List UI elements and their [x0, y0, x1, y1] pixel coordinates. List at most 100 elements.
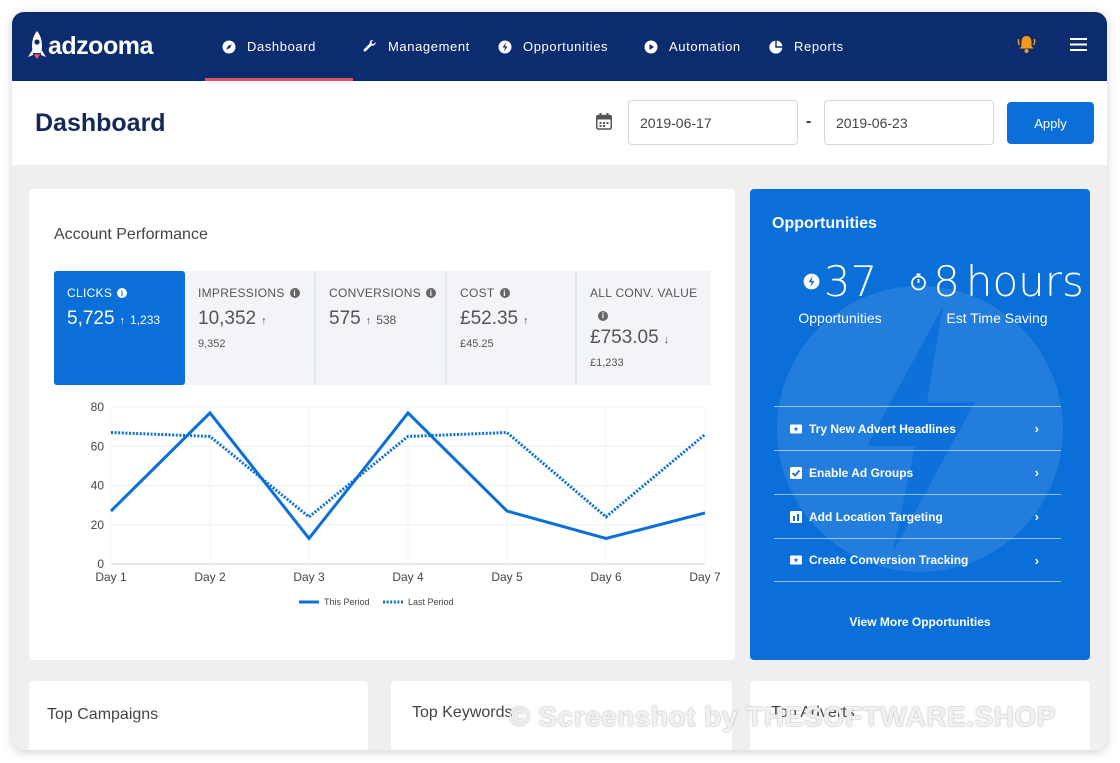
nav-item-automation[interactable]: Automation — [637, 12, 769, 81]
date-separator: - — [806, 113, 812, 130]
info-icon[interactable]: i — [499, 288, 510, 298]
metric-value: 575 — [329, 308, 361, 329]
app-window: adzooma Dashboard Management Opportuniti… — [12, 12, 1107, 750]
x-tick-label: Day 1 — [95, 570, 127, 584]
brand-name: adzooma — [48, 31, 153, 60]
apply-button[interactable]: Apply — [1007, 102, 1094, 144]
page-header: Dashboard - Apply — [12, 81, 1107, 165]
trend-arrow-icon: ↑ — [523, 315, 529, 327]
watermark-text: © Screenshot by THESOFTWARE.SHOP — [509, 701, 1056, 732]
info-icon[interactable]: i — [598, 310, 608, 321]
metric-label: IMPRESSIONS — [198, 286, 285, 300]
metric-tab-conversions[interactable]: CONVERSIONS i 575 ↑ 538 — [316, 271, 447, 385]
opportunities-count: 37 — [823, 257, 878, 306]
calendar-icon[interactable] — [596, 113, 612, 135]
nav-item-reports[interactable]: Reports — [769, 12, 869, 81]
page-title: Dashboard — [35, 109, 166, 137]
metric-label: CLICKS — [67, 286, 113, 300]
time-value: 8 — [933, 257, 960, 306]
stat-label: Est Time Saving — [946, 310, 1048, 326]
date-from-input[interactable] — [628, 100, 798, 145]
info-icon[interactable]: i — [117, 288, 128, 298]
metric-value: 10,352 — [198, 308, 257, 329]
metric-previous: £45.25 — [460, 338, 494, 350]
x-tick-label: Day 7 — [689, 570, 721, 584]
menu-icon[interactable] — [1070, 37, 1087, 56]
chevron-right-icon: › — [1034, 509, 1039, 524]
pie-icon — [769, 40, 783, 54]
card-title: Top Campaigns — [47, 706, 159, 723]
info-icon[interactable]: i — [289, 288, 300, 298]
nav-item-opportunities[interactable]: Opportunities — [494, 12, 637, 81]
metric-tab-clicks[interactable]: CLICKS i 5,725 ↑ 1,233 — [54, 271, 185, 385]
info-icon[interactable]: i — [425, 288, 436, 298]
x-tick-label: Day 4 — [392, 570, 424, 584]
map-pin-icon — [790, 510, 802, 523]
metric-previous: 538 — [376, 313, 397, 327]
rocket-icon — [26, 29, 46, 63]
opportunity-list: Try New Advert Headlines › Enable Ad Gro… — [774, 406, 1061, 582]
opportunities-card: Opportunities 37 Opportunities 8 hours E… — [750, 189, 1090, 660]
legend-label: Last Period — [408, 597, 454, 607]
top-campaigns-card: Top Campaigns — [29, 681, 368, 750]
date-to-input[interactable] — [824, 100, 994, 145]
bolt-icon — [498, 40, 512, 54]
brand-logo[interactable]: adzooma — [26, 26, 153, 66]
chevron-right-icon: › — [1034, 552, 1039, 568]
metric-tab-impressions[interactable]: IMPRESSIONS i 10,352 ↑ 9,352 — [185, 271, 316, 385]
opportunity-label: Enable Ad Groups — [809, 465, 914, 480]
y-tick-label: 80 — [91, 400, 105, 414]
trend-arrow-icon: ↑ — [365, 315, 372, 327]
nav-item-dashboard[interactable]: Dashboard — [205, 12, 353, 81]
metric-value: 5,725 — [67, 308, 115, 329]
view-more-opportunities-link[interactable]: View More Opportunities — [750, 615, 1090, 629]
metric-tabs: CLICKS i 5,725 ↑ 1,233 IMPRESSIONS i 10,352 ↑… — [54, 271, 710, 385]
y-tick-label: 0 — [97, 557, 104, 571]
metric-value: £753.05 — [590, 327, 659, 348]
opportunity-label: Try New Advert Headlines — [809, 421, 956, 436]
opportunity-item-conversion-tracking[interactable]: Create Conversion Tracking › — [774, 538, 1061, 582]
checkbox-icon — [790, 466, 802, 479]
y-tick-label: 40 — [91, 479, 105, 493]
card-title: Opportunities — [772, 215, 877, 232]
metric-previous: 1,233 — [130, 313, 161, 327]
opportunity-item-location[interactable]: Add Location Targeting › — [774, 494, 1061, 538]
nav-label: Opportunities — [523, 39, 609, 54]
x-tick-label: Day 2 — [194, 570, 226, 584]
metric-value: £52.35 — [460, 308, 519, 329]
metric-label: CONVERSIONS — [329, 286, 421, 300]
trend-arrow-icon: ↑ — [119, 315, 126, 327]
chevron-right-icon: › — [1034, 465, 1039, 480]
card-title: Account Performance — [54, 226, 208, 243]
x-tick-label: Day 6 — [590, 570, 622, 584]
compass-icon — [222, 40, 236, 54]
metric-previous: £1,233 — [590, 357, 624, 369]
nav-actions — [1017, 34, 1087, 59]
card-title: Top Keywords — [412, 704, 513, 721]
bell-icon[interactable] — [1017, 34, 1036, 59]
opportunity-label: Add Location Targeting — [809, 509, 943, 524]
nav-item-management[interactable]: Management — [353, 12, 494, 81]
metric-tab-all-conv-value[interactable]: ALL CONV. VALUE i £753.05 ↓ £1,233 — [577, 271, 710, 385]
metric-previous: 9,352 — [198, 338, 226, 350]
stat-label: Opportunities — [798, 310, 882, 326]
chevron-right-icon: › — [1034, 421, 1039, 436]
metric-tab-cost[interactable]: COST i £52.35 ↑ £45.25 — [447, 271, 577, 385]
time-saving-stat: 8 hours Est Time Saving — [911, 257, 1084, 326]
ticket-icon — [790, 423, 802, 435]
y-tick-label: 20 — [91, 518, 105, 532]
bolt-icon — [803, 273, 820, 290]
opportunity-item-ad-groups[interactable]: Enable Ad Groups › — [774, 450, 1061, 494]
performance-line-chart: 0 20 40 60 80 Day 1 Day 2 Day 3 Day 4 Day 5 Day 6 D… — [91, 400, 721, 607]
opportunity-item-headlines[interactable]: Try New Advert Headlines › — [774, 406, 1061, 450]
top-navbar: adzooma Dashboard Management Opportuniti… — [12, 12, 1107, 81]
metric-label: COST — [460, 286, 495, 300]
nav-label: Dashboard — [247, 39, 316, 54]
legend-label: This Period — [324, 597, 370, 607]
x-tick-label: Day 3 — [293, 570, 325, 584]
nav-label: Automation — [669, 39, 741, 54]
nav-label: Management — [388, 39, 470, 54]
opportunity-label: Create Conversion Tracking — [809, 553, 969, 567]
trend-arrow-icon: ↑ — [261, 315, 267, 327]
wrench-icon — [363, 39, 377, 54]
